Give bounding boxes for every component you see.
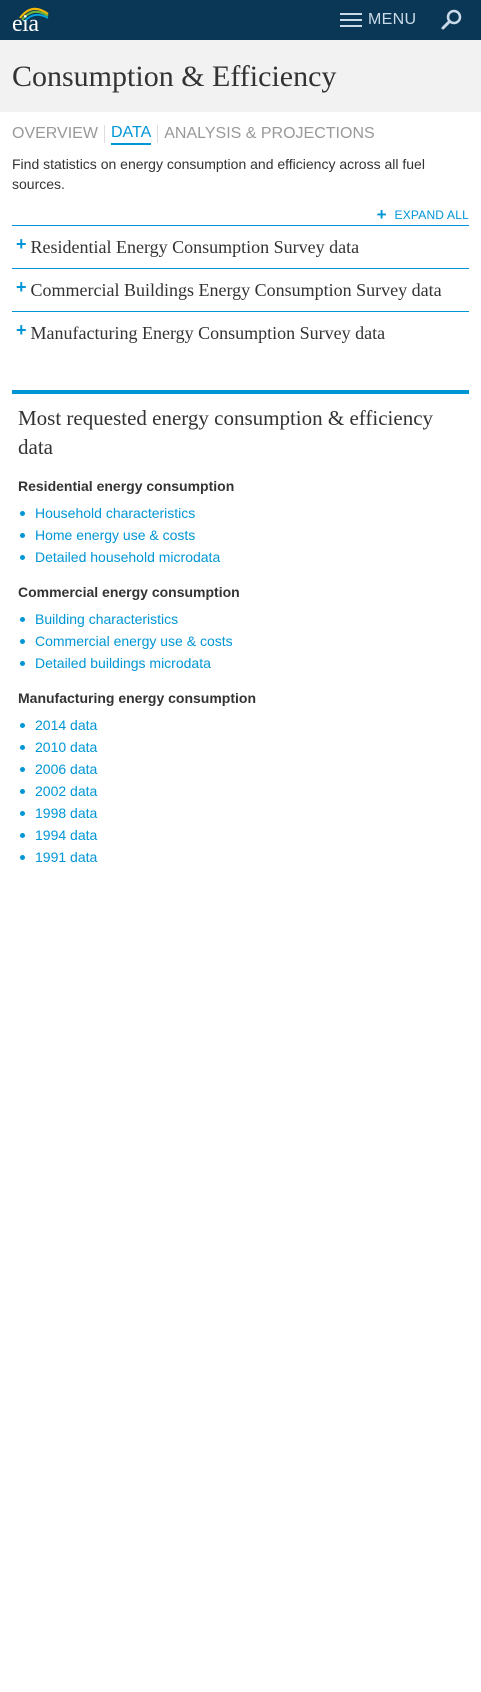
accordion-title: Commercial Buildings Energy Consumption … — [30, 280, 442, 300]
link-2002-data[interactable]: 2002 data — [35, 783, 97, 799]
accordion-title: Residential Energy Consumption Survey da… — [30, 237, 360, 257]
most-requested-panel: Most requested energy consumption & effi… — [12, 390, 469, 868]
list-item: Building characteristics — [18, 608, 463, 630]
survey-accordion: + Residential Energy Consumption Survey d… — [12, 225, 469, 354]
accordion-item-cbecs[interactable]: + Commercial Buildings Energy Consumption… — [12, 268, 469, 311]
list-item: 2006 data — [18, 758, 463, 780]
link-1991-data[interactable]: 1991 data — [35, 849, 97, 865]
list-item: 1998 data — [18, 802, 463, 824]
tab-data[interactable]: DATA — [110, 124, 152, 145]
search-icon — [441, 9, 462, 30]
list-item: Detailed household microdata — [18, 546, 463, 568]
search-button[interactable] — [440, 8, 464, 32]
link-list-manufacturing: 2014 data 2010 data 2006 data 2002 data … — [18, 714, 463, 868]
accordion-item-recs[interactable]: + Residential Energy Consumption Survey d… — [12, 225, 469, 268]
link-commercial-energy-use-costs[interactable]: Commercial energy use & costs — [35, 633, 233, 649]
accordion-title: Manufacturing Energy Consumption Survey … — [30, 323, 386, 343]
link-building-characteristics[interactable]: Building characteristics — [35, 611, 178, 627]
list-item: 2010 data — [18, 736, 463, 758]
group-heading-manufacturing: Manufacturing energy consumption — [18, 690, 257, 706]
top-navigation-bar: eia MENU — [0, 0, 481, 40]
link-household-characteristics[interactable]: Household characteristics — [35, 505, 195, 521]
link-list-residential: Household characteristics Home energy us… — [18, 502, 463, 568]
plus-icon: + — [16, 277, 27, 297]
tab-divider — [103, 125, 105, 143]
tab-analysis-projections[interactable]: ANALYSIS & PROJECTIONS — [164, 125, 374, 143]
intro-text: Find statistics on energy consumption an… — [12, 156, 425, 192]
accordion-item-mecs[interactable]: + Manufacturing Energy Consumption Survey… — [12, 311, 469, 354]
group-heading-residential: Residential energy consumption — [18, 478, 235, 494]
hamburger-icon — [340, 12, 362, 28]
menu-button[interactable]: MENU — [340, 9, 422, 31]
expand-all-label: EXPAND ALL — [394, 208, 469, 222]
title-band: Consumption & Efficiency — [0, 40, 481, 112]
menu-label: MENU — [368, 11, 417, 28]
link-2010-data[interactable]: 2010 data — [35, 739, 97, 755]
list-item: 1994 data — [18, 824, 463, 846]
link-list-commercial: Building characteristics Commercial ener… — [18, 608, 463, 674]
group-heading-commercial: Commercial energy consumption — [18, 584, 240, 600]
link-1994-data[interactable]: 1994 data — [35, 827, 97, 843]
list-item: 2014 data — [18, 714, 463, 736]
list-item: Detailed buildings microdata — [18, 652, 463, 674]
link-home-energy-use-costs[interactable]: Home energy use & costs — [35, 527, 195, 543]
tab-divider — [157, 125, 159, 143]
link-detailed-buildings-microdata[interactable]: Detailed buildings microdata — [35, 655, 211, 671]
plus-icon: + — [16, 234, 27, 254]
most-requested-title: Most requested energy consumption & effi… — [18, 406, 434, 459]
link-1998-data[interactable]: 1998 data — [35, 805, 97, 821]
link-2006-data[interactable]: 2006 data — [35, 761, 97, 777]
list-item: 2002 data — [18, 780, 463, 802]
link-2014-data[interactable]: 2014 data — [35, 717, 97, 733]
list-item: 1991 data — [18, 846, 463, 868]
list-item: Household characteristics — [18, 502, 463, 524]
plus-icon: + — [376, 205, 387, 224]
page-title: Consumption & Efficiency — [12, 60, 337, 93]
tab-overview[interactable]: OVERVIEW — [12, 125, 98, 143]
eia-logo[interactable]: eia — [12, 3, 52, 37]
expand-all-button[interactable]: + EXPAND ALL — [376, 205, 469, 224]
section-tabs: OVERVIEW DATA ANALYSIS & PROJECTIONS — [12, 123, 375, 145]
list-item: Commercial energy use & costs — [18, 630, 463, 652]
list-item: Home energy use & costs — [18, 524, 463, 546]
logo-text: eia — [12, 11, 39, 37]
plus-icon: + — [16, 320, 27, 340]
link-detailed-household-microdata[interactable]: Detailed household microdata — [35, 549, 220, 565]
